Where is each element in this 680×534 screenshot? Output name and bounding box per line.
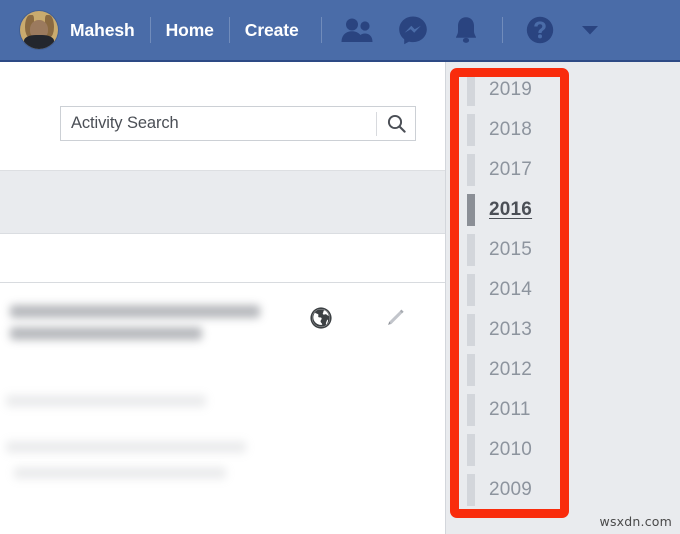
year-tick [467,394,475,426]
year-label: 2013 [489,319,533,340]
search-icon[interactable] [377,114,415,133]
help-question-icon[interactable] [525,15,555,45]
blurred-activity-text [14,467,226,479]
account-chevron-down-icon[interactable] [581,24,599,36]
year-label: 2019 [489,79,533,100]
year-item-2017[interactable]: 2017 [463,150,573,190]
year-label: 2017 [489,159,533,180]
search-input-wrapper[interactable]: Activity Search [60,106,416,141]
nav-divider [228,17,230,43]
activity-header-strip [0,234,445,283]
year-label: 2016 [489,199,533,220]
friend-requests-icon[interactable] [340,17,374,43]
year-tick [467,314,475,346]
year-tick [467,154,475,186]
search-input[interactable]: Activity Search [61,114,376,133]
avatar[interactable] [20,11,58,49]
year-tick [467,474,475,506]
pencil-edit-icon[interactable] [382,305,408,331]
year-tick [467,114,475,146]
year-item-2011[interactable]: 2011 [463,390,573,430]
nav-divider [501,17,503,43]
year-tick-active [467,194,475,226]
year-label: 2012 [489,359,533,380]
year-item-2013[interactable]: 2013 [463,310,573,350]
blurred-activity-text [10,327,202,340]
year-item-2016-active[interactable]: 2016 [463,190,573,230]
activity-search-zone: Activity Search [0,62,445,170]
activity-rows [0,283,445,534]
year-tick [467,234,475,266]
blurred-activity-text [10,305,260,318]
watermark: wsxdn.com [599,514,672,529]
notifications-bell-icon[interactable] [452,15,480,45]
year-tick [467,274,475,306]
blurred-activity-text [6,441,246,453]
avatar-body [24,35,54,49]
year-item-2018[interactable]: 2018 [463,110,573,150]
year-label: 2011 [489,399,531,420]
year-tick [467,354,475,386]
year-label: 2015 [489,239,533,260]
blurred-activity-text [6,395,206,407]
year-item-2009[interactable]: 2009 [463,470,573,510]
year-tick [467,434,475,466]
section-divider-strip [0,170,445,234]
year-label: 2009 [489,479,533,500]
year-item-2012[interactable]: 2012 [463,350,573,390]
year-item-2010[interactable]: 2010 [463,430,573,470]
facebook-top-navbar: Mahesh Home Create [0,0,680,62]
year-tick [467,74,475,106]
activity-log-panel: Activity Search [0,62,446,534]
messenger-icon[interactable] [398,15,428,45]
year-item-2015[interactable]: 2015 [463,230,573,270]
nav-link-home[interactable]: Home [166,20,214,41]
profile-name-link[interactable]: Mahesh [70,20,135,41]
year-item-2014[interactable]: 2014 [463,270,573,310]
year-label: 2014 [489,279,533,300]
year-label: 2018 [489,119,533,140]
year-item-2019[interactable]: 2019 [463,70,573,110]
nav-divider [149,17,151,43]
nav-divider [320,17,322,43]
year-filter-list: 2019 2018 2017 2016 2015 2014 2013 2012 … [463,70,573,526]
globe-public-icon[interactable] [308,305,334,331]
year-label: 2010 [489,439,533,460]
nav-link-create[interactable]: Create [245,20,299,41]
year-filter-rail: 2019 2018 2017 2016 2015 2014 2013 2012 … [447,62,680,534]
